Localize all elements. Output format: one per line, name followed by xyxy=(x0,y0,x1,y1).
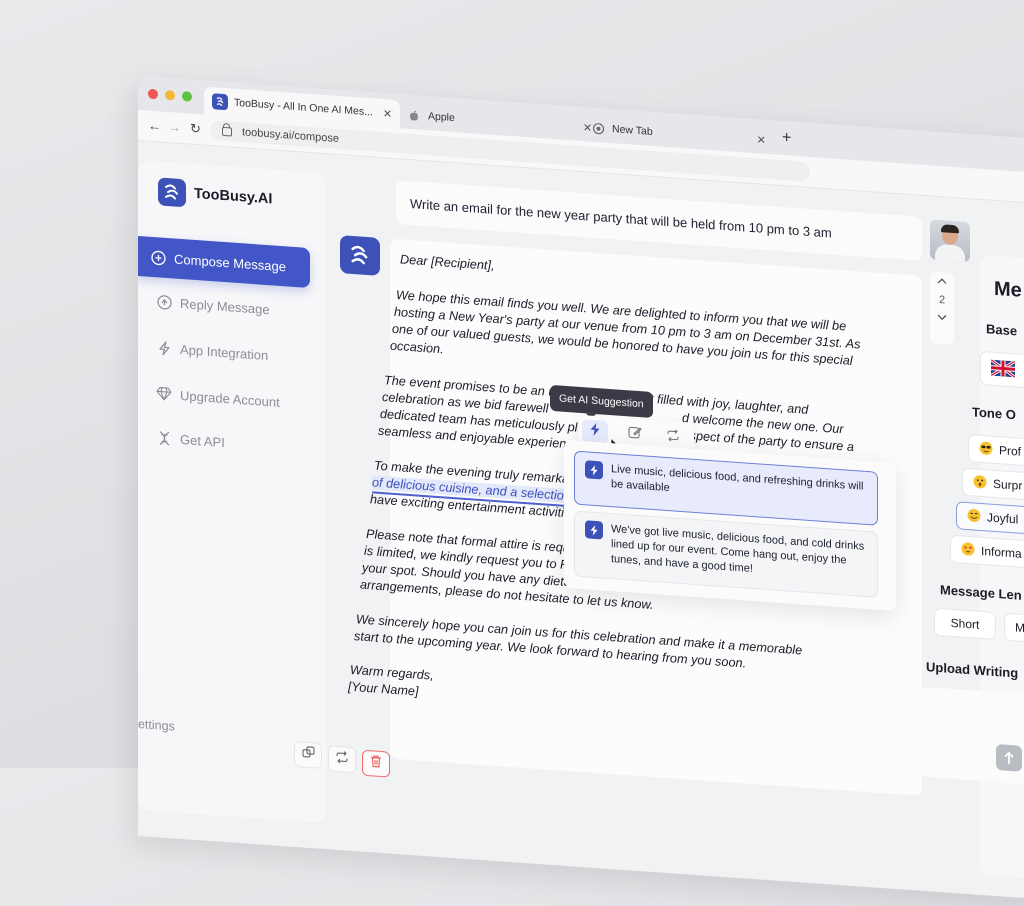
reply-icon xyxy=(156,293,172,310)
regenerate-button[interactable] xyxy=(328,745,356,774)
variant-number: 2 xyxy=(938,294,946,307)
length-label: Me xyxy=(1015,620,1024,636)
brand-logo[interactable]: TooBusy.AI xyxy=(158,177,272,213)
star-eyes-emoji-icon xyxy=(961,541,975,559)
browser-scene: TooBusy - All In One AI Mes... ✕ Apple ✕… xyxy=(138,76,1024,906)
base-language-label: Base xyxy=(986,321,1018,339)
avatar-body xyxy=(935,243,965,263)
sidebar-item-reply[interactable]: Reply Message xyxy=(138,280,316,332)
prompt-text: Write an email for the new year party th… xyxy=(410,195,832,241)
repeat-icon xyxy=(335,750,349,769)
hugging-emoji-icon xyxy=(967,507,981,525)
tab-title: New Tab xyxy=(612,123,653,138)
tone-chip-surprised[interactable]: Surpr xyxy=(962,467,1024,502)
sidebar-item-label: Compose Message xyxy=(174,251,286,274)
language-select[interactable] xyxy=(980,350,1024,390)
sidebar-item-api[interactable]: Get API xyxy=(138,416,316,468)
tone-label: Prof xyxy=(999,443,1022,459)
tab-title: TooBusy - All In One AI Mes... xyxy=(234,96,373,119)
lock-icon xyxy=(222,126,232,137)
forward-arrow-icon[interactable]: → xyxy=(168,119,181,135)
length-short-button[interactable]: Short xyxy=(934,607,996,640)
plus-circle-icon xyxy=(150,249,166,266)
length-medium-button[interactable]: Me xyxy=(1004,612,1024,645)
chevron-down-icon[interactable] xyxy=(930,311,954,325)
bolt-icon xyxy=(590,423,600,442)
uk-flag-icon xyxy=(990,357,1016,380)
close-tab-icon[interactable]: ✕ xyxy=(383,107,392,121)
suggestion-text: Live music, delicious food, and refreshi… xyxy=(611,463,864,495)
panel-title: Me xyxy=(994,277,1022,302)
url-text: toobusy.ai/compose xyxy=(242,126,340,146)
browser-window: TooBusy - All In One AI Mes... ✕ Apple ✕… xyxy=(138,76,1024,906)
tone-chip-informative[interactable]: Informa xyxy=(950,534,1024,569)
sidebar-item-label: Upgrade Account xyxy=(180,387,280,410)
sidebar-item-label: Reply Message xyxy=(180,295,270,317)
surprised-emoji-icon xyxy=(973,474,987,492)
suggestion-text: We've got live music, delicious food, an… xyxy=(611,523,865,575)
suggestion-card[interactable]: We've got live music, delicious food, an… xyxy=(574,510,878,598)
ai-suggestions-panel: Live music, delicious food, and refreshi… xyxy=(564,439,896,612)
close-tab-icon[interactable]: ✕ xyxy=(757,133,766,147)
message-length-label: Message Len xyxy=(940,582,1022,603)
delete-button[interactable] xyxy=(362,749,390,778)
sidebar-item-label: App Integration xyxy=(180,341,269,363)
bolt-icon xyxy=(585,460,603,480)
toobusy-favicon-icon xyxy=(212,93,228,111)
sidebar-item-integration[interactable]: App Integration xyxy=(138,326,316,378)
copy-button[interactable] xyxy=(294,740,322,769)
new-tab-button[interactable]: + xyxy=(782,129,791,148)
copy-icon xyxy=(301,745,315,764)
sidebar-item-compose[interactable]: Compose Message xyxy=(138,235,310,289)
bolt-icon xyxy=(156,339,172,356)
brand-name: TooBusy.AI xyxy=(194,185,273,208)
maximize-window-button[interactable] xyxy=(182,91,192,102)
window-controls xyxy=(148,88,192,102)
variant-counter: 2 xyxy=(930,271,954,346)
sunglasses-emoji-icon xyxy=(979,440,993,458)
upload-dropzone[interactable] xyxy=(920,686,1024,788)
avatar-hair xyxy=(941,224,959,234)
repeat-icon xyxy=(666,428,680,447)
upload-writing-label: Upload Writing xyxy=(926,659,1019,681)
chrome-icon xyxy=(590,120,606,137)
tone-label: Informa xyxy=(981,543,1022,561)
dna-icon xyxy=(156,429,172,446)
apple-icon xyxy=(406,107,422,124)
user-avatar[interactable] xyxy=(930,219,970,263)
toobusy-logo-icon xyxy=(158,177,186,208)
back-arrow-icon[interactable]: ← xyxy=(148,118,161,134)
tone-chip-professional[interactable]: Prof xyxy=(968,434,1024,468)
trash-icon xyxy=(370,754,382,773)
bolt-icon xyxy=(585,520,603,540)
sidebar-item-upgrade[interactable]: Upgrade Account xyxy=(138,372,316,424)
tone-chip-joyful[interactable]: Joyful xyxy=(956,501,1024,535)
tone-label: Joyful xyxy=(987,510,1019,527)
close-window-button[interactable] xyxy=(148,88,158,100)
diamond-icon xyxy=(156,385,172,402)
settings-panel: Me Base Tone O Prof Surpr Joyful Informa… xyxy=(920,254,1024,889)
tone-label: Surpr xyxy=(993,476,1023,493)
chevron-up-icon[interactable] xyxy=(930,275,954,289)
ai-assistant-icon xyxy=(340,235,380,276)
reload-icon[interactable]: ↻ xyxy=(190,121,201,138)
tone-label: Tone O xyxy=(972,404,1016,423)
sidebar-item-label: Get API xyxy=(180,431,225,450)
tab-title: Apple xyxy=(428,110,455,125)
minimize-window-button[interactable] xyxy=(165,89,175,101)
length-label: Short xyxy=(950,615,980,632)
edit-icon xyxy=(628,425,642,445)
